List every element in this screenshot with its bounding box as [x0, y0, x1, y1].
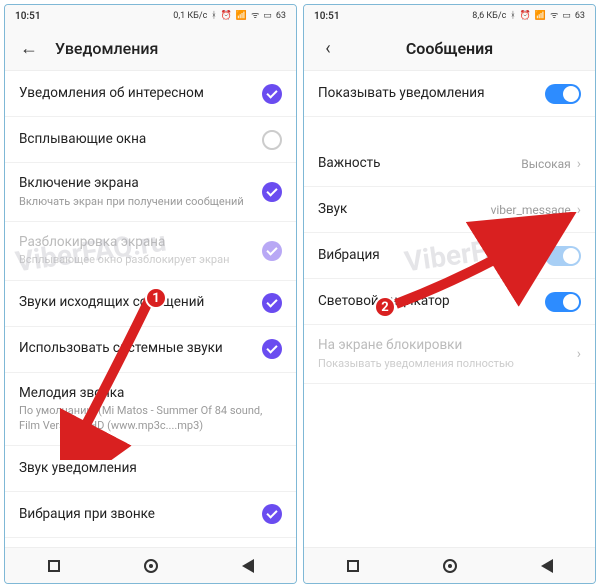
row-label: Использовать системные звуки — [19, 340, 262, 358]
row-system-sounds[interactable]: Использовать системные звуки — [5, 327, 296, 373]
nav-home[interactable] — [430, 559, 470, 573]
row-sound[interactable]: Звук viber_message › — [304, 187, 595, 233]
chevron-right-icon: › — [577, 203, 581, 217]
back-button[interactable]: ‹ — [318, 39, 338, 59]
square-icon — [48, 560, 60, 572]
row-sublabel: По умолчанию (Mi Matos - Summer Of 84 so… — [19, 404, 282, 433]
section-gap — [304, 117, 595, 141]
chevron-right-icon: › — [577, 347, 581, 361]
row-popup[interactable]: Всплывающие окна — [5, 117, 296, 163]
header: ← Уведомления — [5, 27, 296, 71]
signal-icon: 📶 — [236, 12, 247, 21]
bluetooth-icon: ᚼ — [510, 12, 515, 21]
row-label: Вибрация при звонке — [19, 506, 262, 524]
status-time: 10:51 — [314, 11, 340, 22]
row-sublabel: Всплывающее окно разблокирует экран — [19, 253, 262, 267]
wifi-icon: ᯤ — [550, 12, 558, 21]
battery-icon: ▭ — [562, 12, 571, 21]
page-title: Уведомления — [55, 39, 282, 58]
alarm-icon: ⏰ — [221, 12, 232, 21]
row-label: Важность — [318, 155, 521, 173]
annotation-badge-1: 1 — [145, 287, 167, 309]
row-show-notifications[interactable]: Показывать уведомления — [304, 71, 595, 117]
nav-back[interactable] — [228, 559, 268, 573]
row-unlock[interactable]: Разблокировка экрана Всплывающее окно ра… — [5, 222, 296, 281]
battery-icon: ▭ — [263, 12, 272, 21]
row-value: Высокая — [521, 157, 571, 171]
status-net: 0,1 КБ/с — [173, 12, 207, 21]
row-label: Звук уведомления — [19, 460, 282, 478]
battery-pct: 63 — [575, 12, 585, 21]
row-importance[interactable]: Важность Высокая › — [304, 141, 595, 187]
row-label: Включение экрана — [19, 175, 262, 193]
status-bar: 10:51 8,6 КБ/с ᚼ ⏰ 📶 ᯤ ▭ 63 — [304, 5, 595, 27]
row-label: Световой индикатор — [318, 293, 545, 311]
nav-recent[interactable] — [34, 560, 74, 572]
row-sublabel: Показывать уведомления полностью — [318, 357, 577, 371]
nav-bar — [304, 547, 595, 583]
chevron-left-icon: ‹ — [325, 40, 330, 58]
nav-bar — [5, 547, 296, 583]
status-net: 8,6 КБ/с — [472, 12, 506, 21]
check-icon — [262, 182, 282, 202]
row-lockscreen[interactable]: На экране блокировки Показывать уведомле… — [304, 325, 595, 384]
check-icon — [262, 293, 282, 313]
header: ‹ Сообщения — [304, 27, 595, 71]
signal-icon: 📶 — [535, 12, 546, 21]
arrow-left-icon: ← — [20, 40, 38, 58]
row-notification-sound[interactable]: Звук уведомления — [5, 446, 296, 492]
row-label: Показывать уведомления — [318, 85, 545, 103]
triangle-icon — [242, 559, 254, 573]
row-screen-on[interactable]: Включение экрана Включать экран при полу… — [5, 163, 296, 222]
row-interesting[interactable]: Уведомления об интересном — [5, 71, 296, 117]
square-icon — [347, 560, 359, 572]
bluetooth-icon: ᚼ — [211, 12, 216, 21]
check-icon — [262, 84, 282, 104]
nav-recent[interactable] — [333, 560, 373, 572]
radio-off-icon — [262, 130, 282, 150]
row-vibrate-call[interactable]: Вибрация при звонке — [5, 492, 296, 538]
row-ringtone[interactable]: Мелодия звонка По умолчанию (Mi Matos - … — [5, 373, 296, 446]
row-label: Уведомления об интересном — [19, 85, 262, 103]
row-label: Всплывающие окна — [19, 131, 262, 149]
wifi-icon: ᯤ — [251, 12, 259, 21]
back-button[interactable]: ← — [19, 39, 39, 59]
toggle-on[interactable] — [545, 84, 581, 104]
check-icon — [262, 241, 282, 261]
status-indicators: 0,1 КБ/с ᚼ ⏰ 📶 ᯤ ▭ 63 — [173, 12, 286, 21]
phone-right: 10:51 8,6 КБ/с ᚼ ⏰ 📶 ᯤ ▭ 63 ‹ Сообщения … — [303, 4, 596, 584]
row-label: Мелодия звонка — [19, 385, 282, 403]
status-indicators: 8,6 КБ/с ᚼ ⏰ 📶 ᯤ ▭ 63 — [472, 12, 585, 21]
nav-back[interactable] — [527, 559, 567, 573]
row-label: Звук — [318, 201, 491, 219]
row-label: Разблокировка экрана — [19, 234, 262, 252]
toggle-on[interactable] — [545, 292, 581, 312]
row-value: viber_message — [491, 203, 571, 217]
circle-icon — [144, 559, 158, 573]
check-icon — [262, 339, 282, 359]
row-vibration[interactable]: Вибрация — [304, 233, 595, 279]
alarm-icon: ⏰ — [520, 12, 531, 21]
row-sublabel: Включать экран при получении сообщений — [19, 195, 262, 209]
toggle-on[interactable] — [545, 246, 581, 266]
page-title: Сообщения — [354, 39, 581, 58]
circle-icon — [443, 559, 457, 573]
row-label: На экране блокировки — [318, 337, 577, 355]
nav-home[interactable] — [131, 559, 171, 573]
row-led[interactable]: Световой индикатор — [304, 279, 595, 325]
triangle-icon — [541, 559, 553, 573]
settings-list: Показывать уведомления Важность Высокая … — [304, 71, 595, 547]
battery-pct: 63 — [276, 12, 286, 21]
row-label: Звуки исходящих сообщений — [19, 294, 262, 312]
chevron-right-icon: › — [577, 157, 581, 171]
status-time: 10:51 — [15, 11, 41, 22]
status-bar: 10:51 0,1 КБ/с ᚼ ⏰ 📶 ᯤ ▭ 63 — [5, 5, 296, 27]
settings-list: Уведомления об интересном Всплывающие ок… — [5, 71, 296, 547]
annotation-badge-2: 2 — [374, 296, 396, 318]
check-icon — [262, 504, 282, 524]
row-label: Вибрация — [318, 247, 545, 265]
